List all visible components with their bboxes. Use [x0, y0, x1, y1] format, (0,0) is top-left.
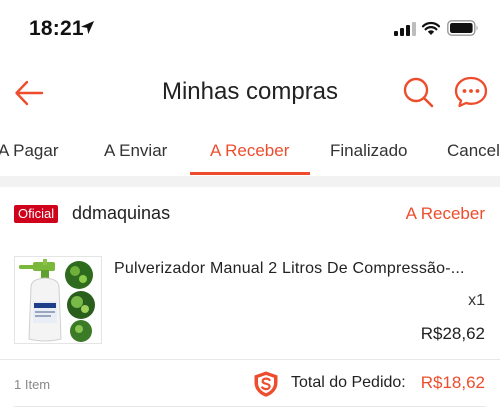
tab-a-pagar[interactable]: A Pagar: [0, 141, 59, 161]
header: Minhas compras: [0, 68, 500, 118]
section-separator: [0, 176, 500, 187]
tab-finalizado[interactable]: Finalizado: [330, 141, 408, 161]
product-image: [14, 256, 102, 344]
product-price: R$28,62: [420, 324, 485, 343]
product-quantity: x1: [468, 292, 485, 309]
wifi-icon: [421, 21, 441, 35]
active-tab-indicator: [190, 172, 310, 175]
total-value: R$18,62: [420, 373, 485, 392]
cellular-signal-icon: [394, 22, 416, 36]
bottom-divider: [14, 406, 486, 407]
tab-a-enviar[interactable]: A Enviar: [104, 141, 167, 161]
item-count: 1 Item: [14, 377, 51, 392]
divider: [0, 359, 500, 360]
total-label: Total do Pedido:: [291, 374, 406, 391]
status-bar: 18:21: [0, 0, 500, 60]
order-product[interactable]: Pulverizador Manual 2 Litros De Compress…: [0, 240, 500, 358]
order-tabs: A Pagar A Enviar A Receber Finalizado Ca…: [0, 130, 500, 176]
order-status: A Receber: [405, 204, 485, 223]
shop-row[interactable]: Oficial ddmaquinas A Receber: [0, 190, 500, 236]
official-badge: Oficial: [14, 205, 59, 223]
shop-name[interactable]: ddmaquinas: [72, 203, 170, 224]
tab-cancelado[interactable]: Cancel: [447, 141, 500, 161]
sprayer-product-image: [15, 257, 101, 343]
location-arrow-icon: [80, 20, 95, 35]
tab-a-receber[interactable]: A Receber: [210, 141, 289, 161]
order-total-row: 1 Item Total do Pedido: R$18,62: [0, 362, 500, 406]
chat-icon[interactable]: [453, 75, 489, 109]
product-title[interactable]: Pulverizador Manual 2 Litros De Compress…: [114, 260, 486, 278]
shield-guarantee-icon: [254, 371, 278, 397]
battery-icon: [447, 20, 478, 36]
status-time: 18:21: [29, 17, 84, 40]
search-icon[interactable]: [401, 75, 435, 109]
